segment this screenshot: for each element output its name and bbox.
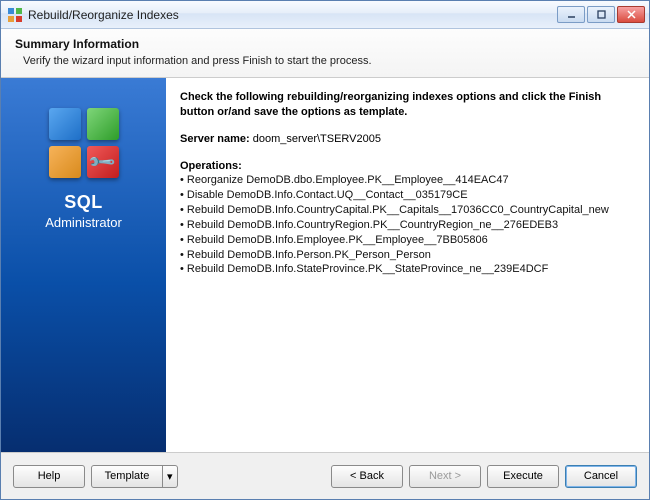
- cancel-button[interactable]: Cancel: [565, 465, 637, 488]
- window-title: Rebuild/Reorganize Indexes: [28, 8, 557, 22]
- cancel-button-label: Cancel: [584, 470, 618, 482]
- chevron-down-icon: ▾: [167, 470, 173, 483]
- operation-item: Disable DemoDB.Info.Contact.UQ__Contact_…: [180, 188, 637, 203]
- template-split-button: Template ▾: [91, 465, 178, 488]
- operation-item: Rebuild DemoDB.Info.Person.PK_Person_Per…: [180, 248, 637, 263]
- help-button[interactable]: Help: [13, 465, 85, 488]
- wizard-header-subtitle: Verify the wizard input information and …: [23, 55, 635, 67]
- app-icon: [7, 7, 23, 23]
- operation-item: Rebuild DemoDB.Info.StateProvince.PK__St…: [180, 262, 637, 277]
- titlebar: Rebuild/Reorganize Indexes: [1, 1, 649, 29]
- server-name-value: doom_server\TSERV2005: [253, 133, 381, 145]
- back-button[interactable]: < Back: [331, 465, 403, 488]
- wizard-header: Summary Information Verify the wizard in…: [1, 29, 649, 78]
- dialog-window: Rebuild/Reorganize Indexes Summary Infor…: [0, 0, 650, 500]
- window-controls: [557, 6, 645, 23]
- operations-label: Operations:: [180, 159, 637, 174]
- operation-item: Rebuild DemoDB.Info.CountryRegion.PK__Co…: [180, 218, 637, 233]
- server-name-label: Server name:: [180, 133, 250, 145]
- sidebar: 🔧 SQL Administrator: [1, 78, 166, 452]
- next-button: Next >: [409, 465, 481, 488]
- wrench-icon: 🔧: [87, 147, 118, 178]
- summary-content: Check the following rebuilding/reorganiz…: [166, 78, 649, 452]
- execute-button[interactable]: Execute: [487, 465, 559, 488]
- back-button-label: < Back: [350, 470, 384, 482]
- logo-square-green: [87, 108, 119, 140]
- logo-square-orange: [49, 146, 81, 178]
- execute-button-label: Execute: [503, 470, 543, 482]
- product-name-line1: SQL: [64, 192, 103, 213]
- logo-square-red: 🔧: [87, 146, 119, 178]
- maximize-button[interactable]: [587, 6, 615, 23]
- logo-square-blue: [49, 108, 81, 140]
- operation-item: Rebuild DemoDB.Info.Employee.PK__Employe…: [180, 233, 637, 248]
- server-line: Server name: doom_server\TSERV2005: [180, 132, 637, 147]
- operation-item: Rebuild DemoDB.Info.CountryCapital.PK__C…: [180, 203, 637, 218]
- product-name-line2: Administrator: [45, 215, 122, 230]
- minimize-button[interactable]: [557, 6, 585, 23]
- wizard-header-title: Summary Information: [15, 37, 635, 51]
- operation-item: Reorganize DemoDB.dbo.Employee.PK__Emplo…: [180, 173, 637, 188]
- help-button-label: Help: [38, 470, 61, 482]
- operations-list: Reorganize DemoDB.dbo.Employee.PK__Emplo…: [180, 173, 637, 277]
- instruction-text: Check the following rebuilding/reorganiz…: [180, 90, 637, 120]
- wizard-body: 🔧 SQL Administrator Check the following …: [1, 78, 649, 453]
- close-button[interactable]: [617, 6, 645, 23]
- template-button-label: Template: [105, 470, 150, 482]
- template-button[interactable]: Template: [91, 465, 163, 488]
- next-button-label: Next >: [429, 470, 461, 482]
- product-logo: 🔧: [49, 108, 119, 178]
- wizard-footer: Help Template ▾ < Back Next > Execute Ca…: [1, 453, 649, 499]
- template-dropdown-button[interactable]: ▾: [163, 465, 178, 488]
